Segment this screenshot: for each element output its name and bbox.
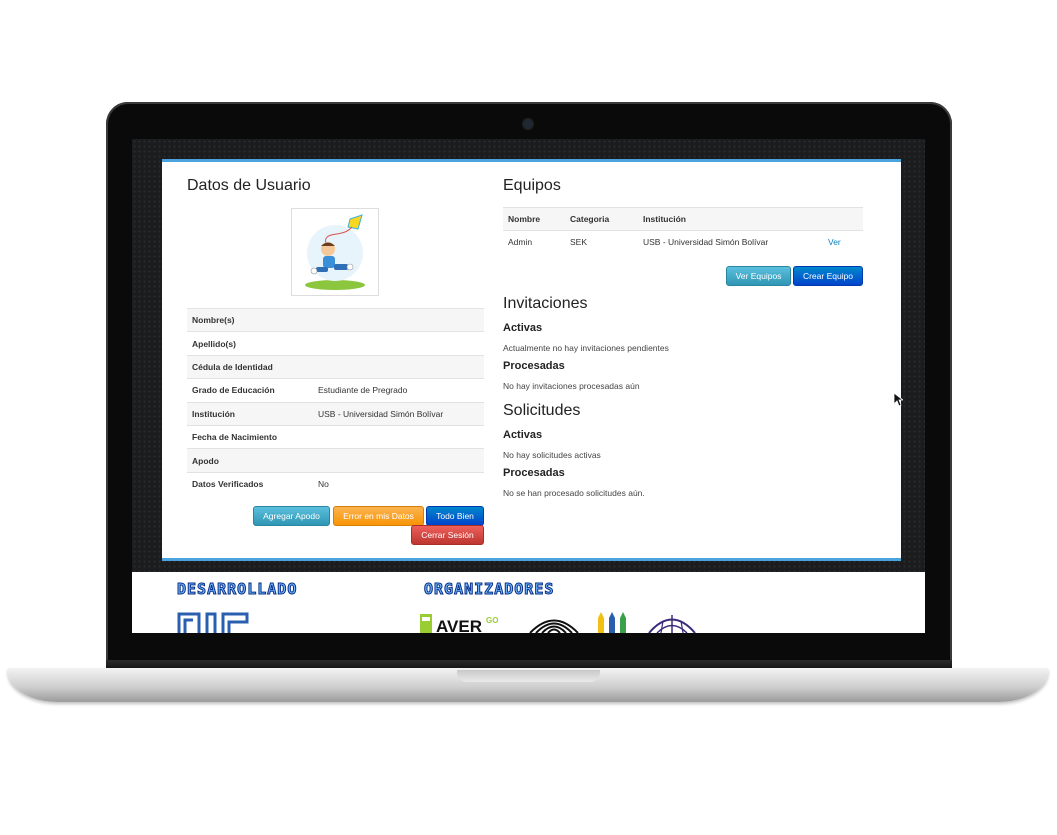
invitations-title: Invitaciones xyxy=(503,295,588,312)
column-header-empty xyxy=(823,207,863,231)
column-header: Categoria xyxy=(565,207,638,231)
column-header: Institución xyxy=(638,207,823,231)
table-row: Institución USB - Universidad Simón Bolív… xyxy=(187,401,484,426)
table-row: Fecha de Nacimiento xyxy=(187,424,484,449)
all-good-button[interactable]: Todo Bien xyxy=(426,506,484,526)
team-name: Admin xyxy=(503,230,565,253)
view-teams-button[interactable]: Ver Equipos xyxy=(726,266,791,286)
field-value xyxy=(313,331,484,356)
field-label: Apodo xyxy=(187,448,313,473)
user-data-title: Datos de Usuario xyxy=(187,177,311,194)
table-row: Apodo xyxy=(187,448,484,473)
invitations-active-label: Activas xyxy=(503,322,543,334)
teams-table: Nombre Categoria Institución Admin SEK U… xyxy=(503,207,863,253)
svg-text:AVER: AVER xyxy=(436,617,482,633)
invitations-processed-text: No hay invitaciones procesadas aún xyxy=(503,381,640,391)
table-row: Grado de Educación Estudiante de Pregrado xyxy=(187,378,484,403)
requests-title: Solicitudes xyxy=(503,402,581,419)
svg-text:GO: GO xyxy=(486,616,498,625)
kid-kite-icon xyxy=(305,214,365,290)
laptop-base-notch xyxy=(457,670,600,682)
table-row: Datos Verificados No xyxy=(187,471,484,496)
field-label: Grado de Educación xyxy=(187,378,313,403)
avatar xyxy=(291,208,379,296)
field-label: Institución xyxy=(187,401,313,426)
team-institution: USB - Universidad Simón Bolívar xyxy=(638,230,823,253)
field-value xyxy=(313,424,484,449)
table-row: Apellido(s) xyxy=(187,331,484,356)
requests-processed-label: Procesadas xyxy=(503,467,565,479)
table-row: Cédula de Identidad xyxy=(187,354,484,379)
field-value xyxy=(313,354,484,379)
team-category: SEK xyxy=(565,230,638,253)
user-data-column: Datos de Usuario Nombre(s) Apellido(s) C… xyxy=(187,177,484,545)
field-value: No xyxy=(313,471,484,496)
field-label: Fecha de Nacimiento xyxy=(187,424,313,449)
table-row: Admin SEK USB - Universidad Simón Bolíva… xyxy=(503,230,863,253)
logout-button[interactable]: Cerrar Sesión xyxy=(411,525,484,545)
field-value: Estudiante de Pregrado xyxy=(313,378,484,403)
field-value xyxy=(313,307,484,332)
dome-logo-icon xyxy=(648,615,696,633)
developer-logo-icon xyxy=(177,612,249,633)
mouse-cursor-icon xyxy=(894,393,903,407)
sponsors-footer: DESARROLLADO ORGANIZADORES AVER GO xyxy=(132,572,925,633)
user-data-table: Nombre(s) Apellido(s) Cédula de Identida… xyxy=(187,307,484,496)
field-value xyxy=(313,448,484,473)
view-team-link[interactable]: Ver xyxy=(823,230,863,253)
organizer-logo-icon: AVER GO xyxy=(420,614,498,633)
requests-active-text: No hay solicitudes activas xyxy=(503,450,601,460)
data-error-button[interactable]: Error en mis Datos xyxy=(333,506,424,526)
webcam-icon xyxy=(524,120,532,128)
invitations-active-text: Actualmente no hay invitaciones pendient… xyxy=(503,343,669,353)
add-nickname-button[interactable]: Agregar Apodo xyxy=(253,506,330,526)
teams-title: Equipos xyxy=(503,177,561,194)
table-header-row: Nombre Categoria Institución xyxy=(503,207,863,231)
requests-active-label: Activas xyxy=(503,429,543,441)
invitations-processed-label: Procesadas xyxy=(503,360,565,372)
column-header: Nombre xyxy=(503,207,565,231)
laptop-screen: Datos de Usuario Nombre(s) Apellido(s) C… xyxy=(132,139,925,633)
organizers-label: ORGANIZADORES xyxy=(423,580,555,599)
field-label: Datos Verificados xyxy=(187,471,313,496)
requests-processed-text: No se han procesado solicitudes aún. xyxy=(503,488,645,498)
field-label: Apellido(s) xyxy=(187,331,313,356)
field-value: USB - Universidad Simón Bolívar xyxy=(313,401,484,426)
teams-column: Equipos Nombre Categoria Institución Adm… xyxy=(503,177,863,498)
spiral-logo-icon xyxy=(529,619,579,633)
developed-by-label: DESARROLLADO xyxy=(176,580,298,599)
content-panel: Datos de Usuario Nombre(s) Apellido(s) C… xyxy=(162,159,901,561)
table-row: Nombre(s) xyxy=(187,307,484,332)
field-label: Cédula de Identidad xyxy=(187,354,313,379)
create-team-button[interactable]: Crear Equipo xyxy=(793,266,863,286)
field-label: Nombre(s) xyxy=(187,307,313,332)
pencils-logo-icon xyxy=(598,612,626,633)
